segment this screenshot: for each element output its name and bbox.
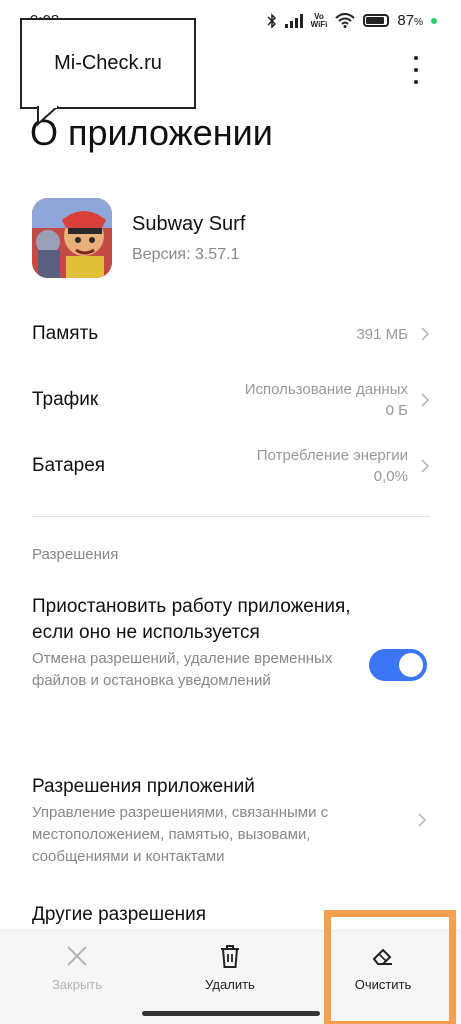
battery-icon: [363, 14, 390, 27]
memory-value: 391 МБ: [356, 325, 408, 343]
wifi-icon: [335, 13, 356, 28]
close-button[interactable]: Закрыть: [0, 931, 154, 1024]
watermark-bubble: Mi-Check.ru: [20, 18, 196, 109]
charging-dot: [431, 17, 437, 24]
traffic-label: Трафик: [32, 389, 99, 410]
chevron-right-icon: [418, 813, 427, 827]
chevron-right-icon: [421, 327, 430, 341]
battery-label: Батарея: [32, 455, 106, 476]
more-vertical-icon-dot: [414, 80, 418, 84]
more-vertical-icon-dot: [414, 68, 418, 72]
status-icons: Vo WiFi 87%: [267, 12, 437, 29]
pause-app-toggle[interactable]: [369, 649, 427, 681]
memory-row[interactable]: Память 391 МБ: [32, 316, 430, 352]
battery-value: Потребление энергии 0,0%: [257, 445, 408, 487]
pause-app-setting[interactable]: Приостановить работу приложения, если он…: [32, 594, 352, 692]
more-menu-button[interactable]: [409, 56, 423, 84]
traffic-row[interactable]: Трафик Использование данных 0 Б: [32, 378, 430, 422]
app-permissions-title: Разрешения приложений: [32, 776, 255, 797]
app-icon: [32, 198, 112, 278]
clear-button[interactable]: Очистить: [306, 931, 460, 1024]
app-info: Subway Surf Версия: 3.57.1: [132, 213, 245, 264]
more-vertical-icon-dot: [414, 56, 418, 60]
close-label: Закрыть: [51, 977, 103, 992]
bluetooth-icon: [267, 12, 276, 29]
app-version: Версия: 3.57.1: [132, 245, 240, 263]
bottom-action-bar: Закрыть Удалить Очистить: [0, 930, 461, 1024]
battery-percent: 87%: [397, 12, 423, 29]
delete-label: Удалить: [205, 977, 255, 992]
traffic-value-line1: Использование данных: [244, 381, 408, 398]
chevron-right-icon: [421, 459, 430, 473]
pause-app-title: Приостановить работу приложения, если он…: [32, 596, 351, 643]
battery-value-line2: 0,0%: [373, 468, 408, 485]
other-permissions-title: Другие разрешения: [32, 904, 207, 925]
battery-row[interactable]: Батарея Потребление энергии 0,0%: [32, 444, 430, 488]
trash-icon: [221, 945, 239, 968]
home-indicator: [142, 1011, 320, 1016]
traffic-value: Использование данных 0 Б: [245, 379, 408, 421]
app-name: Subway Surf: [132, 212, 246, 235]
chevron-right-icon: [421, 393, 430, 407]
traffic-value-line2: 0 Б: [385, 402, 408, 419]
eraser-icon: [372, 948, 392, 965]
clear-label: Очистить: [354, 977, 412, 992]
app-header: Subway Surf Версия: 3.57.1: [32, 196, 432, 280]
app-permissions-subtitle: Управление разрешениями, связанными с ме…: [32, 804, 329, 865]
app-permissions-row[interactable]: Разрешения приложений Управление разреше…: [32, 774, 372, 868]
section-divider: [32, 516, 430, 517]
other-permissions-row[interactable]: Другие разрешения: [32, 902, 430, 928]
vowifi-icon: Vo WiFi: [310, 11, 328, 29]
subway-surfers-icon: [32, 198, 112, 278]
permissions-section-title: Разрешения: [32, 546, 119, 563]
toggle-knob: [399, 653, 423, 677]
watermark-bubble-tail: [37, 106, 59, 126]
pause-app-subtitle: Отмена разрешений, удаление временных фа…: [32, 650, 333, 689]
watermark-text: Mi-Check.ru: [54, 52, 162, 74]
signal-icon: [284, 13, 303, 28]
memory-label: Память: [32, 323, 99, 344]
page-title: О приложении: [30, 112, 273, 153]
battery-value-line1: Потребление энергии: [256, 447, 408, 464]
close-x-icon: [67, 946, 87, 966]
